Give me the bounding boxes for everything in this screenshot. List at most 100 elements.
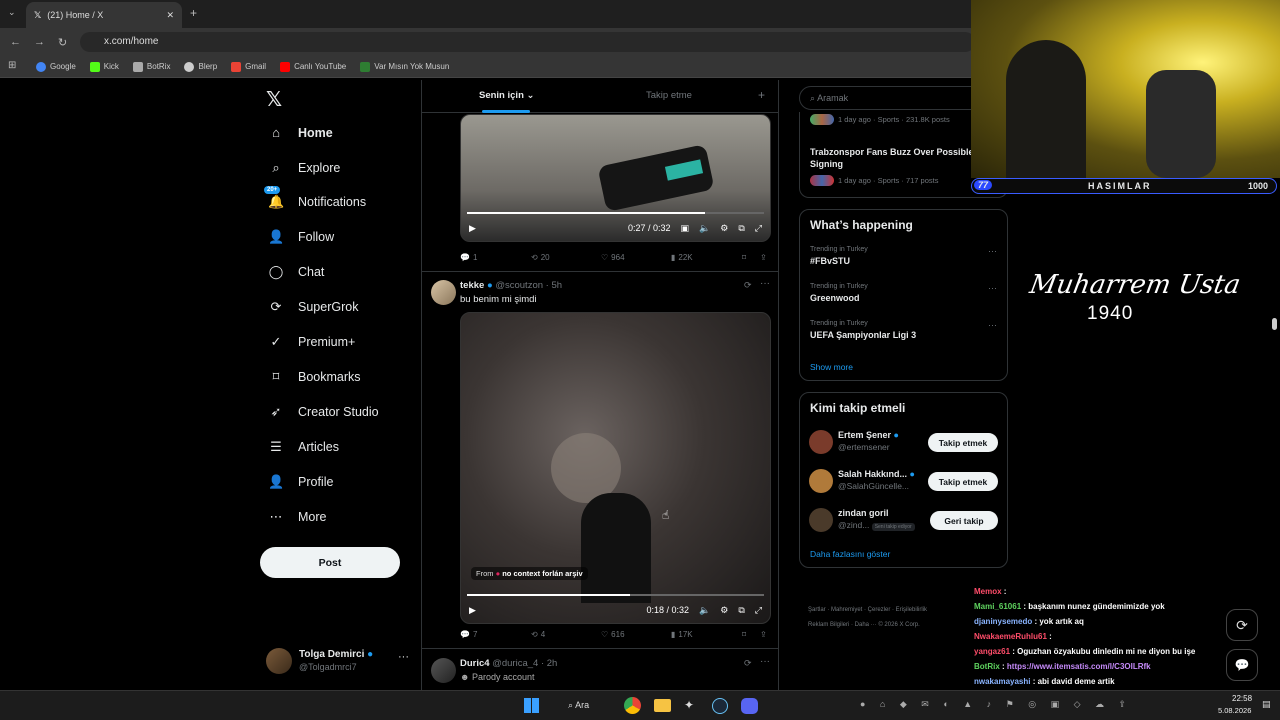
post2-avatar[interactable] <box>431 280 456 305</box>
reply-button[interactable]: 💬 7 <box>460 630 477 639</box>
post1-video[interactable]: ▶ 0:27 / 0:32 ▣ 🔈 ⚙ ⧉ ⤢ <box>460 114 771 242</box>
sidebar-item-profile[interactable]: 👤 Profile <box>268 474 333 490</box>
sidebar-item-explore[interactable]: ⌕ Explore <box>268 160 340 176</box>
follow-suggestion[interactable]: zindan goril @zind... Seni takip ediyor … <box>800 507 1009 537</box>
repost-button[interactable]: ⟲ 4 <box>531 630 545 639</box>
show-more-follow-link[interactable]: Daha fazlasını göster <box>810 549 890 559</box>
news-item[interactable]: 1 day ago · Sports · 231.8K posts <box>810 114 950 125</box>
reply-button[interactable]: 💬 1 <box>460 253 477 262</box>
browser-tab[interactable]: 𝕏 (21) Home / X ✕ <box>26 2 182 28</box>
discord-icon[interactable] <box>741 698 758 714</box>
sidebar-item-premium[interactable]: ✓ Premium+ <box>268 334 356 350</box>
account-switcher[interactable]: Tolga Demirci ● @Tolgadmrci7 ··· <box>266 648 416 676</box>
trend-more-icon[interactable]: ··· <box>988 246 997 256</box>
tab-list-icon[interactable]: ⌄ <box>8 7 16 18</box>
video-source[interactable]: From ● no context forlán arşiv <box>471 567 588 580</box>
trend-item[interactable]: Trending in Turkey UEFA Şampiyonlar Ligi… <box>810 320 1000 350</box>
sidebar-item-supergrok[interactable]: ⟳ SuperGrok <box>268 299 359 315</box>
bookmark-var-misin[interactable]: Var Mısın Yok Musun <box>360 61 449 72</box>
sidebar-item-chat[interactable]: ◯ Chat <box>268 264 325 280</box>
trend-more-icon[interactable]: ··· <box>988 283 997 293</box>
views-button[interactable]: ▮ 22K <box>671 253 693 262</box>
grok-float-button[interactable]: ⟳ <box>1226 609 1258 641</box>
grok-icon[interactable]: ⟳ <box>744 280 752 291</box>
fullscreen-icon[interactable]: ⤢ <box>755 223 762 234</box>
settings-icon[interactable]: ⚙ <box>720 605 728 616</box>
post2-video[interactable]: From ● no context forlán arşiv ▶ 0:18 / … <box>460 312 771 624</box>
repost-button[interactable]: ⟲ 20 <box>531 253 550 262</box>
play-icon[interactable]: ▶ <box>469 223 476 234</box>
bookmark-kick[interactable]: Kick <box>89 61 119 72</box>
scrollbar[interactable] <box>1272 318 1277 330</box>
views-button[interactable]: ▮ 17K <box>671 630 693 639</box>
post2-progress-track[interactable] <box>467 594 764 596</box>
back-icon[interactable]: ← <box>10 36 21 48</box>
steam-icon[interactable] <box>712 698 728 714</box>
close-tab-icon[interactable]: ✕ <box>166 10 174 21</box>
bookmark-google[interactable]: Google <box>36 61 76 72</box>
app-icon[interactable]: ✦ <box>684 698 694 712</box>
pip-icon[interactable]: ⧉ <box>738 223 744 234</box>
footer-links[interactable]: Şartlar · Mahremiyet · Çerezler · Erişil… <box>808 607 927 613</box>
tab-following[interactable]: Takip etme <box>646 90 692 101</box>
like-button[interactable]: ♡ 964 <box>601 253 625 262</box>
add-tab-icon[interactable]: + <box>758 88 765 102</box>
account-more-icon[interactable]: ··· <box>398 651 409 663</box>
post3-author[interactable]: Duric4 <box>460 658 490 669</box>
sidebar-item-bookmarks[interactable]: ⌑ Bookmarks <box>268 369 361 385</box>
notification-icon[interactable]: ▤ <box>1262 699 1271 710</box>
new-tab-icon[interactable]: + <box>190 6 197 20</box>
reload-icon[interactable]: ↻ <box>58 36 67 49</box>
post3-avatar[interactable] <box>431 658 456 683</box>
settings-icon[interactable]: ⚙ <box>720 223 728 234</box>
messages-float-button[interactable]: 💬 <box>1226 649 1258 681</box>
folder-icon[interactable] <box>654 699 671 712</box>
follow-button[interactable]: Takip etmek <box>928 433 998 452</box>
bookmark-button[interactable]: ⌑ <box>742 630 746 639</box>
bookmark-botrix[interactable]: BotRix <box>132 61 170 72</box>
post-more-icon[interactable]: ··· <box>760 278 770 289</box>
sidebar-item-creator-studio[interactable]: ➶ Creator Studio <box>268 404 379 420</box>
sidebar-item-notifications[interactable]: 🔔 20+ Notifications <box>264 186 366 210</box>
bookmark-button[interactable]: ⌑ <box>742 253 746 262</box>
windows-start-icon[interactable] <box>524 698 539 713</box>
taskbar-search[interactable]: ⌕ Ara <box>568 700 589 711</box>
sidebar-item-more[interactable]: ⋯ More <box>268 509 327 525</box>
tab-for-you[interactable]: Senin için ⌄ <box>479 90 534 101</box>
follow-button[interactable]: Geri takip <box>930 511 998 530</box>
follow-suggestion[interactable]: Ertem Şener ● @ertemsener Takip etmek <box>800 429 1009 459</box>
pip-icon[interactable]: ⧉ <box>738 605 744 616</box>
show-more-link[interactable]: Show more <box>810 362 853 372</box>
post-more-icon[interactable]: ··· <box>760 656 770 667</box>
post1-progress-track[interactable] <box>467 212 764 214</box>
tray-icons[interactable]: ● ⌂ ◆ ✉ ◐ ▲ ♪ ⚑ ◎ ▣ ◇ ☁ ⇪ <box>860 699 1132 710</box>
sidebar-item-home[interactable]: ⌂ Home <box>268 125 333 140</box>
share-button[interactable]: ⇪ <box>760 630 767 639</box>
bookmark-gmail[interactable]: Gmail <box>231 61 266 72</box>
volume-icon[interactable]: 🔈 <box>699 605 710 616</box>
like-button[interactable]: ♡ 616 <box>601 630 625 639</box>
post2-author[interactable]: tekke <box>460 280 484 291</box>
url-field[interactable]: x.com/home <box>80 32 975 52</box>
play-icon[interactable]: ▶ <box>469 605 476 616</box>
bookmark-youtube[interactable]: Canlı YouTube <box>280 61 346 72</box>
follow-button[interactable]: Takip etmek <box>928 472 998 491</box>
sidebar-item-follow[interactable]: 👤 Follow <box>268 229 334 245</box>
fullscreen-icon[interactable]: ⤢ <box>755 605 762 616</box>
forward-icon[interactable]: → <box>34 36 45 48</box>
x-logo-icon[interactable]: 𝕏 <box>266 87 282 112</box>
chrome-icon[interactable] <box>624 697 641 714</box>
trend-item[interactable]: Trending in Turkey Greenwood ··· <box>810 283 1000 313</box>
trend-item[interactable]: Trending in Turkey #FBvSTU ··· <box>810 246 1000 276</box>
follow-suggestion[interactable]: Salah Hakkınd... ● @SalahGüncelle... Tak… <box>800 468 1009 498</box>
post-button[interactable]: Post <box>260 547 400 578</box>
volume-icon[interactable]: 🔈 <box>699 223 710 234</box>
sidebar-item-articles[interactable]: ☰ Articles <box>268 439 339 455</box>
grok-icon[interactable]: ⟳ <box>744 658 752 669</box>
bookmark-blerp[interactable]: Blerp <box>184 61 217 72</box>
post3-handle: @durica_4 · 2h <box>492 658 558 669</box>
share-button[interactable]: ⇪ <box>760 253 767 262</box>
trend-more-icon[interactable]: ··· <box>988 320 997 330</box>
apps-grid-icon[interactable]: ⊞ <box>8 60 16 71</box>
captions-icon[interactable]: ▣ <box>681 223 690 234</box>
